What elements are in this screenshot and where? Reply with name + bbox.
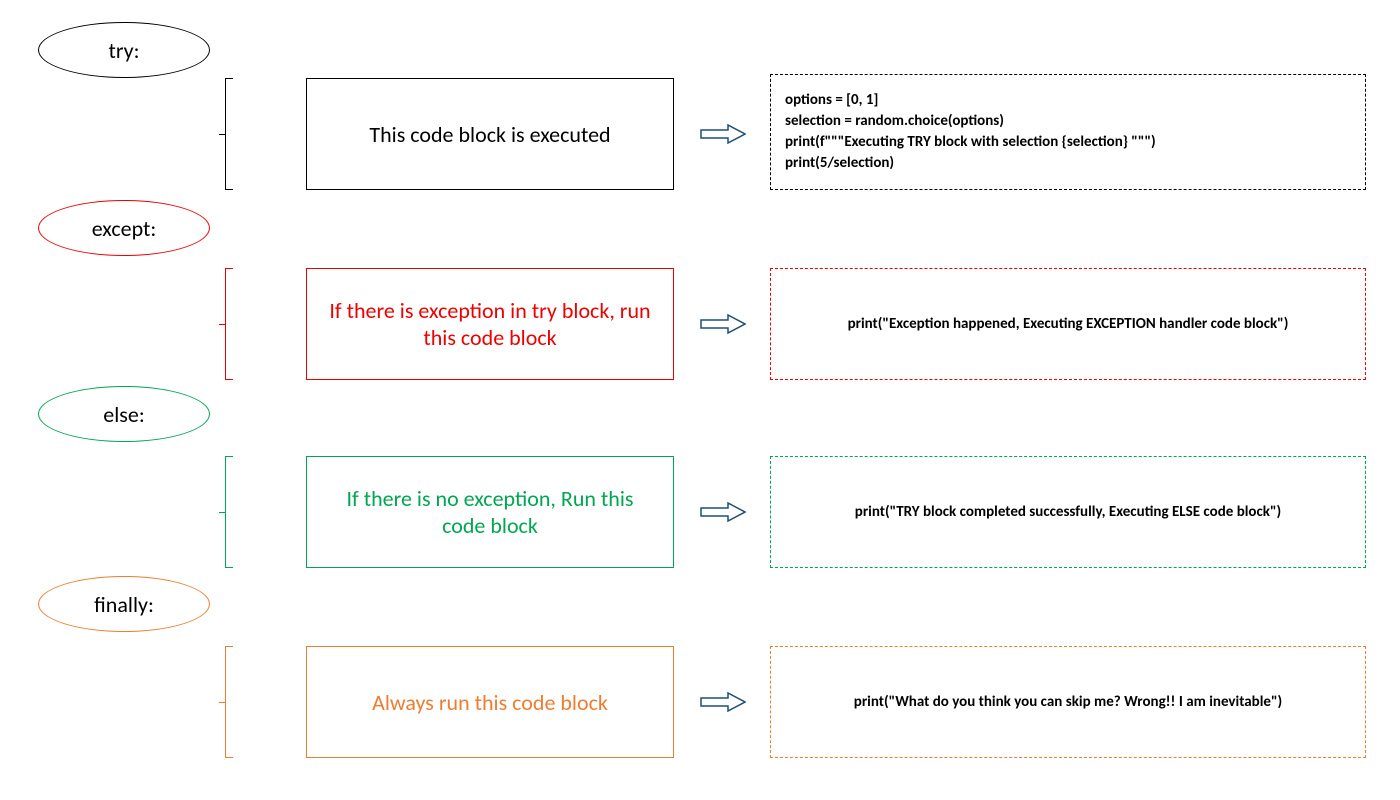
code-line: print(f"""Executing TRY block with selec… [785,132,1351,153]
finally-description-box: Always run this code block [306,646,674,758]
arrow-icon [700,124,746,144]
finally-code-box: print("What do you think you can skip me… [770,646,1366,758]
else-description-box: If there is no exception, Run this code … [306,456,674,568]
except-code-box: print("Exception happened, Executing EXC… [770,268,1366,380]
try-label: try: [109,37,140,64]
finally-label: finally: [94,591,154,618]
else-ellipse: else: [38,386,210,442]
try-description-box: This code block is executed [306,78,674,190]
code-line: print("Exception happened, Executing EXC… [848,314,1289,335]
finally-ellipse: finally: [38,576,210,632]
else-bracket [225,456,233,568]
finally-bracket [225,646,233,758]
except-label: except: [92,215,157,242]
arrow-icon [700,314,746,334]
else-description: If there is no exception, Run this code … [323,485,657,539]
else-code-box: print("TRY block completed successfully,… [770,456,1366,568]
except-bracket [225,268,233,380]
code-line: print(5/selection) [785,153,1351,174]
try-description: This code block is executed [369,121,610,148]
finally-description: Always run this code block [372,689,608,716]
code-line: print("TRY block completed successfully,… [855,502,1281,523]
except-ellipse: except: [38,200,210,256]
except-description-box: If there is exception in try block, run … [306,268,674,380]
code-line: print("What do you think you can skip me… [854,692,1282,713]
try-ellipse: try: [38,22,210,78]
code-line: options = [0, 1] [785,90,1351,111]
try-code-box: options = [0, 1] selection = random.choi… [770,74,1366,190]
except-description: If there is exception in try block, run … [323,297,657,351]
try-bracket [225,78,233,190]
else-label: else: [103,401,144,428]
arrow-icon [700,502,746,522]
code-line: selection = random.choice(options) [785,111,1351,132]
arrow-icon [700,692,746,712]
